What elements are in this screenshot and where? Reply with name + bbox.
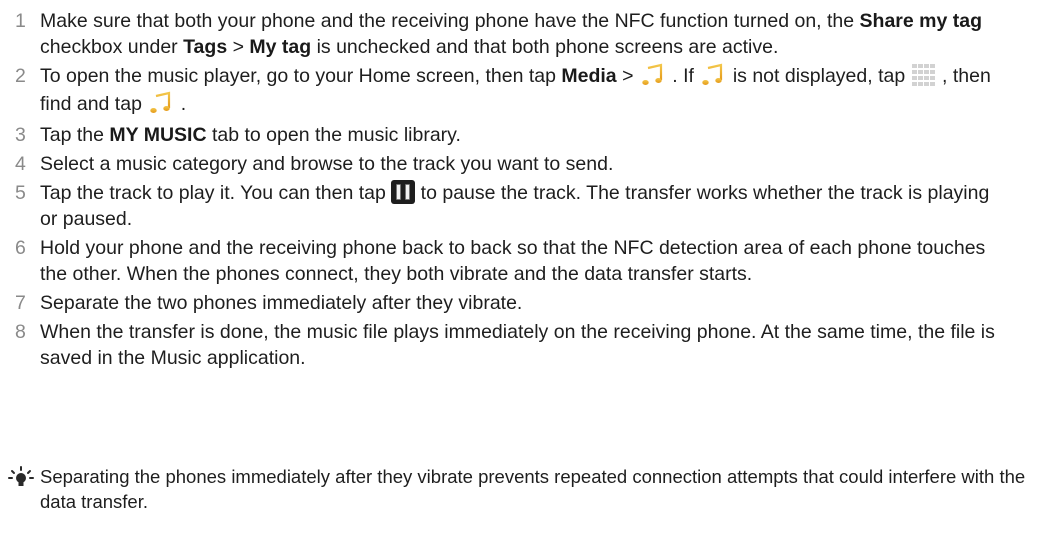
step-text: To open the music player, go to your Hom… [40, 63, 991, 115]
step-number: 4 [15, 153, 26, 175]
step-6: 6 Hold your phone and the receiving phon… [0, 235, 1000, 287]
music-note-icon [150, 91, 171, 113]
instruction-steps: 1 Make sure that both your phone and the… [0, 8, 1059, 374]
tip-note: Separating the phones immediately after … [0, 464, 1059, 514]
step-number: 3 [15, 124, 26, 146]
step-text: Hold your phone and the receiving phone … [40, 237, 986, 285]
step-3: 3 Tap the MY MUSIC tab to open the music… [0, 122, 1000, 148]
share-my-tag-label: Share my tag [859, 10, 983, 32]
media-label: Media [561, 65, 617, 88]
my-music-label: MY MUSIC [109, 124, 207, 146]
step-text: Tap the track to play it. You can then t… [40, 179, 989, 230]
step-2: 2 To open the music player, go to your H… [0, 63, 1000, 119]
step-1: 1 Make sure that both your phone and the… [0, 8, 1000, 60]
step-5: 5 Tap the track to play it. You can then… [0, 179, 1000, 232]
step-number: 5 [15, 182, 26, 204]
step-text: Tap the MY MUSIC tab to open the music l… [40, 124, 461, 146]
music-note-icon [642, 63, 662, 85]
step-number: 1 [15, 10, 26, 32]
step-4: 4 Select a music category and browse to … [0, 151, 1000, 177]
step-number: 7 [15, 292, 26, 314]
step-text: Make sure that both your phone and the r… [40, 10, 983, 58]
tags-label: Tags [183, 36, 228, 58]
step-text: Separate the two phones immediately afte… [40, 292, 523, 314]
step-text: When the transfer is done, the music fil… [40, 321, 995, 369]
pause-icon [391, 179, 416, 204]
my-tag-label: My tag [249, 36, 312, 58]
step-number: 8 [15, 321, 26, 343]
step-number: 6 [15, 237, 26, 259]
tip-text: Separating the phones immediately after … [40, 466, 1026, 512]
step-7: 7 Separate the two phones immediately af… [0, 290, 1000, 316]
lightbulb-tip-icon [8, 466, 34, 486]
step-number: 2 [15, 65, 26, 87]
step-text: Select a music category and browse to th… [40, 153, 614, 175]
app-grid-icon [911, 64, 935, 86]
music-note-icon [702, 63, 723, 85]
step-8: 8 When the transfer is done, the music f… [0, 319, 1000, 371]
